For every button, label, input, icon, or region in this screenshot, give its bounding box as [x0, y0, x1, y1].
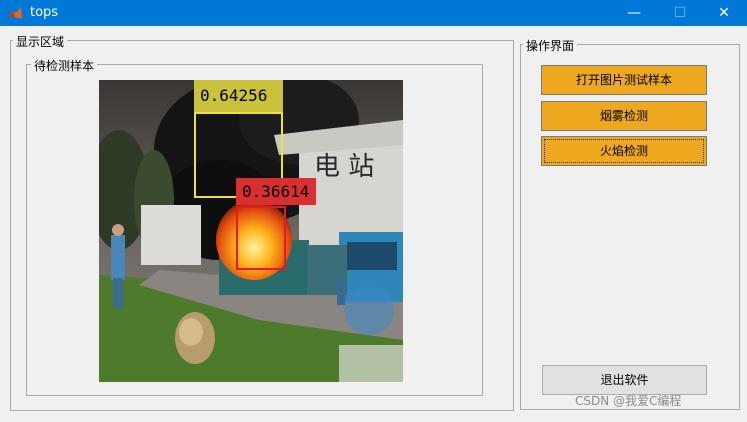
sample-panel-title: 待检测样本	[31, 57, 98, 74]
control-panel-title: 操作界面	[523, 37, 578, 54]
smoke-detection-label: 0.64256	[194, 80, 283, 112]
fire-detection-box	[236, 206, 286, 270]
fire-detection-score: 0.36614	[242, 182, 310, 201]
smoke-detect-button[interactable]: 烟雾检测	[541, 101, 707, 131]
svg-text:电 站: 电 站	[314, 152, 374, 182]
open-image-button[interactable]: 打开图片测试样本	[541, 65, 707, 95]
minimize-button[interactable]: —	[611, 0, 657, 26]
window-title: tops	[30, 5, 59, 20]
maximize-button[interactable]: ☐	[657, 0, 703, 26]
detection-image: 电 站 0.64256 0.36614	[99, 80, 403, 382]
fire-detection-label: 0.36614	[236, 178, 316, 205]
display-panel-title: 显示区域	[13, 33, 68, 50]
close-button[interactable]: ✕	[701, 0, 747, 26]
matlab-icon	[8, 7, 22, 19]
fire-detect-button-label: 火焰检测	[599, 144, 648, 158]
smoke-detection-score: 0.64256	[200, 86, 268, 105]
title-bar: tops — ☐ ✕	[0, 0, 747, 26]
fire-detect-button[interactable]: 火焰检测	[541, 136, 707, 166]
control-panel	[520, 44, 740, 410]
watermark-text: CSDN @我爱C编程	[575, 394, 682, 408]
exit-button[interactable]: 退出软件	[542, 365, 707, 395]
